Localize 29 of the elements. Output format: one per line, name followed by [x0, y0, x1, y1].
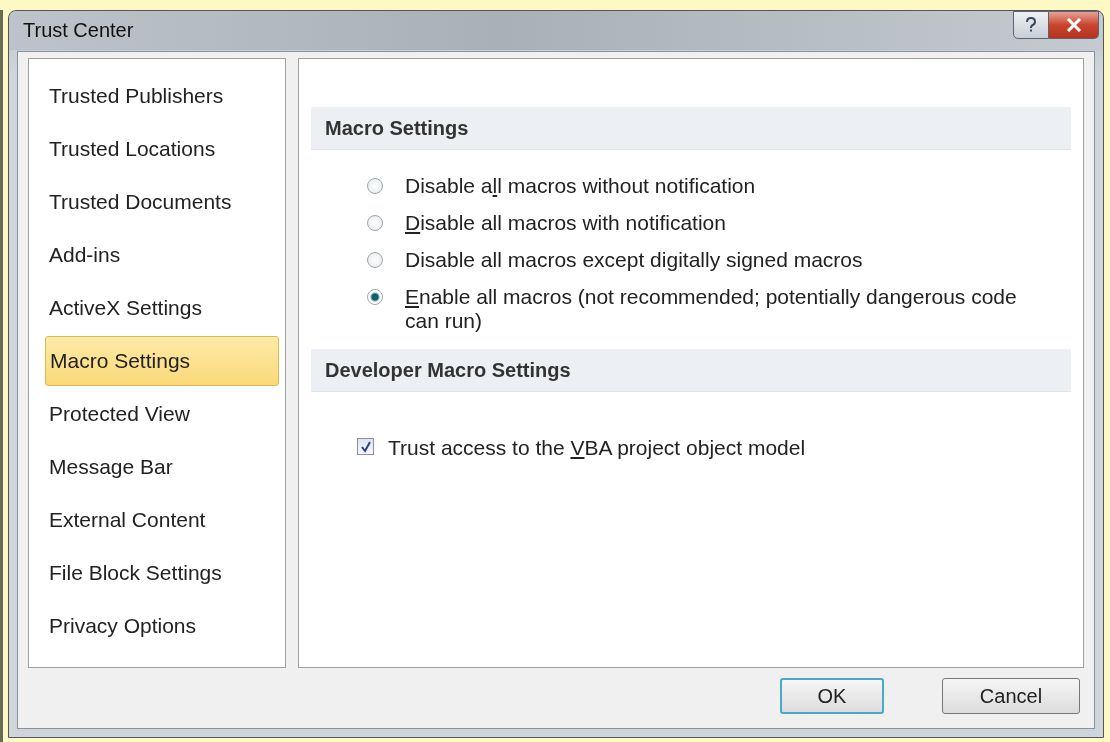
- window-title: Trust Center: [23, 19, 134, 42]
- sidebar-item[interactable]: File Block Settings: [47, 558, 279, 611]
- option-label: Disable all macros with notification: [405, 211, 726, 235]
- sidebar-item[interactable]: Trusted Publishers: [47, 81, 279, 134]
- option-label: Trust access to the VBA project object model: [388, 436, 806, 460]
- radio-button[interactable]: [367, 252, 383, 268]
- help-button[interactable]: [1013, 11, 1049, 39]
- sidebar-item[interactable]: External Content: [47, 505, 279, 558]
- sidebar-item[interactable]: Protected View: [47, 399, 279, 452]
- sidebar-item[interactable]: Trusted Documents: [47, 187, 279, 240]
- checkbox[interactable]: [357, 438, 374, 455]
- section-header: Macro Settings: [311, 107, 1071, 150]
- radio-button[interactable]: [367, 178, 383, 194]
- close-button[interactable]: [1049, 11, 1099, 39]
- sidebar-item[interactable]: Macro Settings: [45, 336, 279, 386]
- option-label: Disable all macros except digitally signed macros: [405, 248, 863, 272]
- dialog-button[interactable]: OK: [780, 678, 884, 714]
- radio-button[interactable]: [367, 289, 383, 305]
- radio-button[interactable]: [367, 215, 383, 231]
- sidebar-item[interactable]: Message Bar: [47, 452, 279, 505]
- dialog-button[interactable]: Cancel: [942, 678, 1080, 714]
- option-label: Enable all macros (not recommended; potentially dangerous code can run): [405, 285, 1018, 333]
- section-header: Developer Macro Settings: [311, 349, 1071, 392]
- sidebar-item[interactable]: Trusted Locations: [47, 134, 279, 187]
- help-icon: [1025, 17, 1037, 33]
- close-icon: [1065, 18, 1082, 32]
- sidebar-item[interactable]: Add-ins: [47, 240, 279, 293]
- option-label: Disable all macros without notification: [405, 174, 756, 198]
- sidebar-item[interactable]: Privacy Options: [47, 611, 279, 664]
